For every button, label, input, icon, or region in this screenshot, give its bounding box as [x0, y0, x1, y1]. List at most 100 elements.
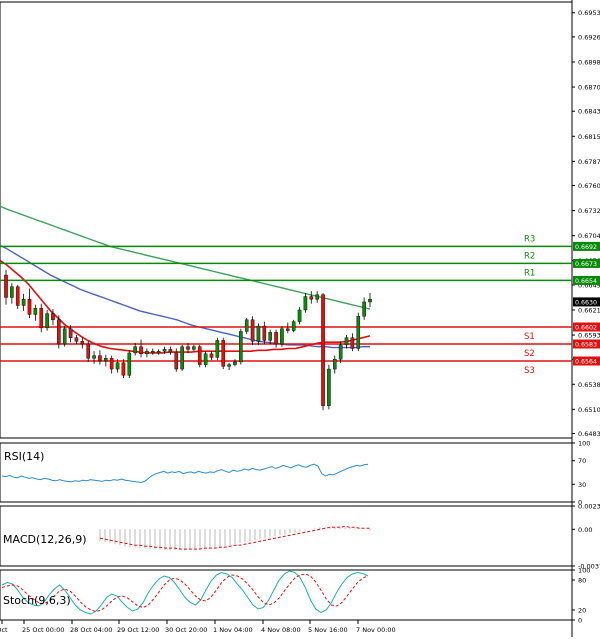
price-y-tick-label: 0.6898	[578, 58, 600, 66]
price-y-tick-label: 0.6510	[578, 406, 600, 414]
candle-body	[98, 355, 102, 362]
candle-body	[133, 346, 137, 354]
candle-body	[150, 350, 155, 354]
candle-body	[68, 328, 73, 338]
candle-body	[197, 346, 202, 365]
candle-body	[297, 309, 302, 322]
price-y-tick-label: 0.6704	[578, 232, 600, 240]
level-price-label-s1: 0.6602	[575, 324, 597, 331]
candle-body	[57, 319, 61, 345]
stoch-y-tick-label: 80	[578, 577, 586, 585]
price-y-tick-label: 0.6953	[578, 9, 600, 17]
x-tick-label: 7 Nov 00:00	[356, 626, 396, 634]
candle-body	[192, 346, 196, 350]
last-price-label: 0.6630	[575, 299, 597, 306]
price-y-tick-label: 0.6732	[578, 207, 600, 215]
candle-body	[262, 325, 267, 341]
candle-body	[227, 364, 231, 367]
candle-body	[156, 350, 161, 354]
x-tick-label: 26 Oct	[0, 626, 8, 634]
candle-body	[303, 296, 308, 311]
candle-body	[139, 346, 143, 355]
candle-body	[21, 299, 26, 306]
candle-body	[168, 349, 173, 353]
candle-body	[145, 350, 149, 355]
candle-body	[256, 325, 261, 342]
candle-body	[162, 349, 167, 352]
candle-body	[186, 346, 190, 350]
price-y-tick-label: 0.6926	[578, 33, 600, 41]
level-name-s3: S3	[524, 366, 535, 376]
rsi-y-tick-label: 100	[578, 440, 590, 448]
candle-body	[80, 341, 85, 345]
stoch-label: Stoch(9,6,3)	[3, 594, 71, 607]
candle-body	[244, 319, 249, 332]
candle-body	[291, 321, 296, 331]
candle-body	[215, 340, 220, 358]
rsi-y-tick-label: 70	[578, 457, 586, 465]
candle-body	[233, 361, 237, 365]
candle-body	[109, 358, 114, 370]
level-name-r2: R2	[524, 251, 535, 261]
candle-body	[327, 368, 331, 406]
candle-body	[332, 359, 337, 370]
chart-root: 0.64830.65100.65380.65660.65930.66210.66…	[0, 0, 600, 637]
candle-body	[62, 328, 67, 345]
candle-body	[121, 362, 126, 376]
x-tick-label: 1 Nov 04:00	[213, 626, 253, 634]
candle-body	[15, 286, 20, 306]
candle-body	[286, 328, 290, 331]
candle-body	[368, 299, 372, 303]
level-price-label-r1: 0.6654	[575, 278, 597, 285]
x-tick-label: 28 Oct 04:00	[70, 626, 112, 634]
candle-body	[309, 296, 314, 300]
candle-body	[280, 328, 284, 345]
chart-canvas: 0.64830.65100.65380.65660.65930.66210.66…	[0, 0, 600, 637]
candle-body	[10, 286, 14, 298]
candle-body	[74, 337, 79, 342]
x-tick-label: 4 Nov 08:00	[261, 626, 301, 634]
x-tick-label: 30 Oct 20:00	[165, 626, 207, 634]
candle-body	[127, 352, 132, 376]
candle-body	[250, 319, 255, 342]
x-tick-label: 25 Oct 00:00	[22, 626, 64, 634]
candle-body	[45, 313, 49, 329]
candle-body	[180, 346, 184, 370]
candle-body	[209, 353, 214, 358]
candle-body	[274, 332, 278, 345]
price-y-tick-label: 0.6787	[578, 158, 600, 166]
x-tick-label: 5 Nov 16:00	[308, 626, 348, 634]
candle-body	[104, 358, 108, 362]
candle-body	[203, 353, 208, 365]
candle-body	[321, 294, 325, 406]
macd-y-tick-label: 0.00	[578, 526, 592, 534]
candle-body	[115, 362, 120, 370]
candle-body	[356, 316, 361, 349]
candle-body	[4, 274, 8, 298]
candle-body	[315, 294, 319, 300]
price-y-tick-label: 0.6870	[578, 84, 600, 92]
macd-label: MACD(12,26,9)	[3, 533, 87, 546]
candle-body	[350, 337, 355, 349]
price-y-tick-label: 0.6815	[578, 133, 600, 141]
stoch-y-tick-label: 0	[578, 617, 582, 625]
level-name-s2: S2	[524, 349, 535, 359]
candle-body	[268, 332, 272, 341]
price-y-tick-label: 0.6843	[578, 108, 600, 116]
candle-body	[33, 307, 38, 315]
macd-y-tick-label: 0.00235	[578, 503, 600, 511]
x-tick-label: 29 Oct 12:00	[117, 626, 159, 634]
rsi-label: RSI(14)	[4, 450, 44, 463]
price-y-tick-label: 0.6621	[578, 306, 600, 314]
price-y-tick-label: 0.6760	[578, 182, 600, 190]
price-y-tick-label: 0.6538	[578, 381, 600, 389]
price-y-tick-label: 0.6483	[578, 430, 600, 438]
stoch-y-tick-label: 100	[578, 567, 590, 575]
candle-body	[239, 331, 243, 363]
price-y-tick-label: 0.6593	[578, 332, 600, 340]
candle-body	[86, 343, 90, 359]
level-price-label-s2: 0.6583	[575, 341, 597, 348]
candle-body	[344, 337, 349, 346]
level-name-s1: S1	[524, 332, 535, 342]
candle-body	[174, 351, 179, 370]
